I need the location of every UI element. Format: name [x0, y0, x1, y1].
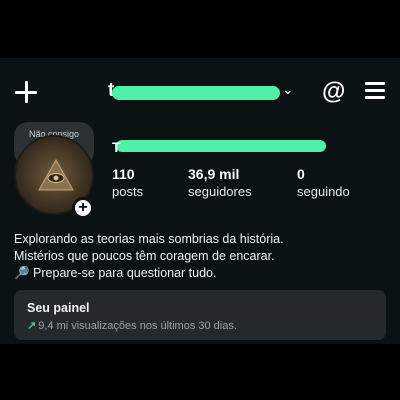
menu-icon[interactable]	[365, 81, 385, 99]
trend-up-icon: ↗	[27, 320, 37, 332]
bio-line: 🔎 Prepare-se para questionar tudo.	[14, 266, 217, 280]
chevron-down-icon[interactable]: ⌄	[282, 81, 294, 98]
posts-value: 110	[112, 166, 135, 182]
dashboard-title: Seu painel	[27, 301, 90, 315]
threads-icon[interactable]: @	[322, 78, 345, 106]
dashboard-card[interactable]: Seu painel ↗ 9,4 mi visualizações nos últ…	[14, 290, 386, 340]
followers-count[interactable]: 36,9 mil seguidores	[188, 166, 252, 199]
display-name: T	[112, 139, 121, 155]
redacted-display-name	[116, 140, 326, 152]
all-seeing-eye-icon	[38, 159, 74, 191]
followers-label: seguidores	[188, 184, 252, 199]
following-label: seguindo	[297, 184, 350, 199]
posts-label: posts	[112, 184, 144, 199]
top-bar: t ⌄ @	[0, 76, 400, 110]
followers-value: 36,9 mil	[188, 166, 240, 182]
bio-line: Explorando as teorias mais sombrias da h…	[14, 232, 284, 246]
add-story-button[interactable]: +	[72, 197, 94, 219]
bio: Explorando as teorias mais sombrias da h…	[14, 231, 389, 282]
dashboard-stats: ↗ 9,4 mi visualizações nos últimos 30 dia…	[27, 319, 386, 332]
following-value: 0	[297, 166, 305, 182]
following-count[interactable]: 0 seguindo	[297, 166, 350, 199]
posts-count[interactable]: 110 posts	[112, 166, 143, 199]
bio-line: Mistérios que poucos têm coragem de enca…	[14, 249, 275, 263]
dashboard-subtitle: 9,4 mi visualizações nos últimos 30 dias…	[38, 320, 237, 332]
plus-icon[interactable]	[14, 80, 38, 104]
redacted-username	[112, 86, 280, 100]
